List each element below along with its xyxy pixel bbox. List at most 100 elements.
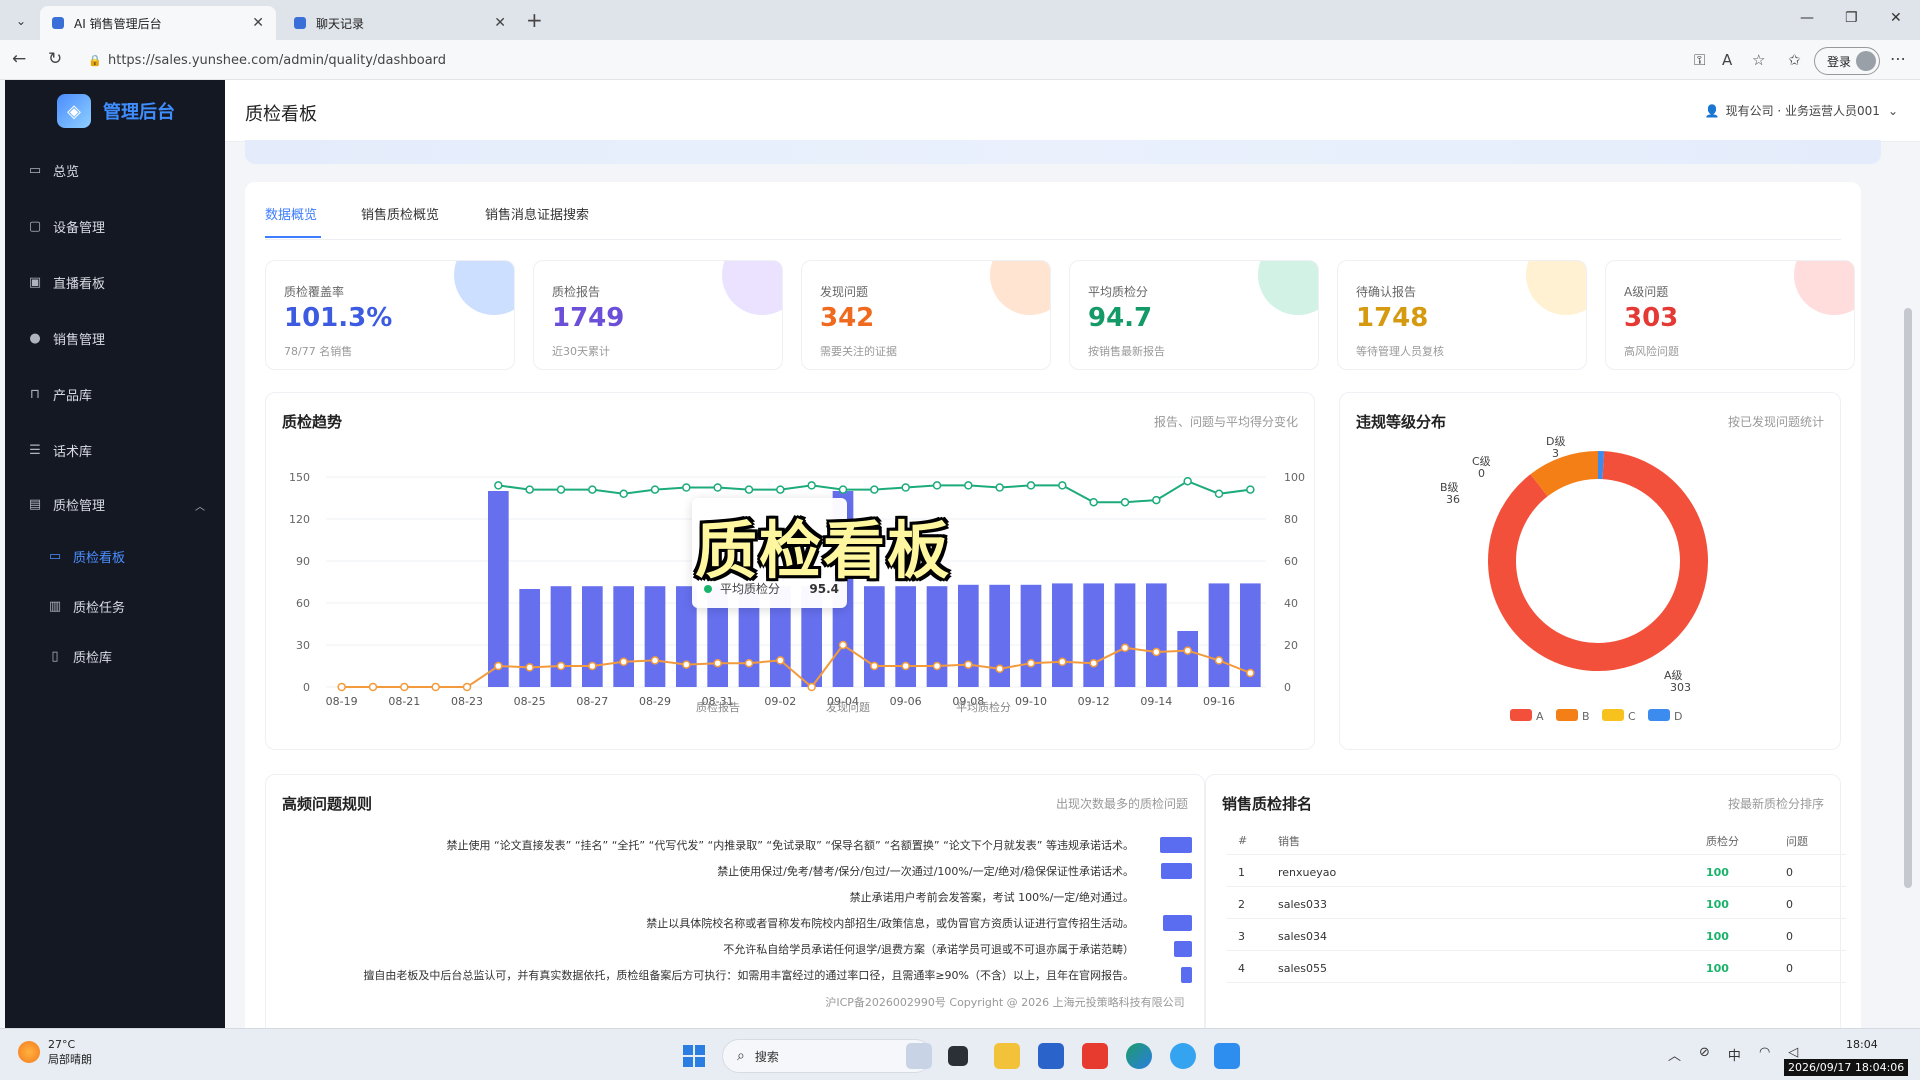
- close-tab-icon[interactable]: ✕: [494, 15, 506, 31]
- line-point: [1058, 481, 1067, 490]
- sidebar-item-label: 销售管理: [53, 332, 106, 348]
- wps-icon[interactable]: [1082, 1043, 1108, 1069]
- line-point: [744, 485, 754, 494]
- windows-start-icon[interactable]: [683, 1045, 705, 1067]
- wifi-icon[interactable]: ◠: [1759, 1045, 1770, 1064]
- tab-data-overview[interactable]: 数据概览: [265, 204, 317, 223]
- line-point: [1152, 495, 1161, 505]
- sidebar-item-live[interactable]: ▣ 直播看板: [27, 270, 105, 294]
- line-point: [870, 661, 879, 671]
- kpi-sub: 高风险问题: [1624, 345, 1679, 358]
- user-icon: ●: [29, 330, 41, 346]
- address-bar-row: ← ↻ 🔒 https://sales.yunshee.com/admin/qu…: [0, 40, 1920, 80]
- table-cell: 100: [1706, 866, 1729, 879]
- bar: [895, 586, 917, 687]
- widget-thumbnail-icon[interactable]: [906, 1043, 932, 1069]
- sidebar-item-overview[interactable]: ▭ 总览: [27, 158, 79, 182]
- page-header: 质检看板 👤 现有公司 · 业务运营人员001 ⌄: [225, 80, 1920, 142]
- bag-icon: ⊓: [29, 386, 41, 402]
- restore-icon[interactable]: ❐: [1845, 10, 1858, 26]
- sidebar-item-label: 质检看板: [73, 550, 126, 566]
- weather-sun-icon: [18, 1041, 40, 1063]
- sidebar-item-quality[interactable]: ▤ 质检管理: [27, 492, 105, 516]
- line-point: [650, 656, 660, 665]
- file-explorer-icon[interactable]: [994, 1043, 1020, 1069]
- table-row[interactable]: 1 renxueyao 100 0: [1226, 859, 1846, 887]
- table-cell: renxueyao: [1278, 866, 1337, 879]
- rule-count-bar: [1174, 941, 1192, 957]
- taskbar-clock[interactable]: 18:04: [1846, 1037, 1878, 1053]
- table-cell: 0: [1786, 930, 1793, 943]
- browser-tab[interactable]: 聊天记录 ✕: [282, 6, 518, 40]
- close-tab-icon[interactable]: ✕: [252, 15, 264, 31]
- bar: [1177, 631, 1199, 687]
- series-line: [341, 643, 1251, 689]
- kpi-value: 94.7: [1088, 303, 1153, 333]
- page-scrollbar[interactable]: [1904, 228, 1912, 1058]
- bar: [1051, 583, 1073, 687]
- bar: [581, 586, 603, 687]
- table-row[interactable]: 4 sales055 100 0: [1226, 955, 1846, 983]
- url-field[interactable]: 🔒 https://sales.yunshee.com/admin/qualit…: [80, 46, 1700, 74]
- task-view-icon[interactable]: [948, 1046, 968, 1066]
- close-window-icon[interactable]: ✕: [1890, 10, 1902, 26]
- tab-evidence-search[interactable]: 销售消息证据搜索: [485, 204, 589, 223]
- translate-icon[interactable]: A: [1722, 51, 1732, 69]
- kpi-label: 发现问题: [820, 285, 869, 299]
- sidebar-item-devices[interactable]: ▢ 设备管理: [27, 214, 105, 238]
- store-icon[interactable]: [1038, 1043, 1064, 1069]
- table-row[interactable]: 2 sales033 100 0: [1226, 891, 1846, 919]
- new-tab-icon[interactable]: +: [526, 8, 543, 32]
- rule-count-bar: [1160, 837, 1192, 853]
- sidebar-item-sales[interactable]: ● 销售管理: [27, 326, 105, 350]
- sidebar-subitem-quality-library[interactable]: ▯ 质检库: [47, 644, 112, 668]
- bar: [519, 589, 541, 687]
- collections-icon[interactable]: ✩: [1788, 51, 1801, 69]
- minimize-icon[interactable]: —: [1800, 10, 1814, 26]
- brand[interactable]: ◈ 管理后台: [57, 94, 175, 128]
- tab-list-dropdown-icon[interactable]: ⌄: [10, 10, 32, 32]
- sidebar-item-scripts[interactable]: ☰ 话术库: [27, 438, 92, 462]
- sidebar-subitem-quality-tasks[interactable]: ▥ 质检任务: [47, 594, 125, 618]
- kpi-decoration: [1526, 261, 1586, 315]
- rule-count-bar: [1181, 967, 1192, 983]
- app-icon[interactable]: [1214, 1043, 1240, 1069]
- table-cell: 2: [1238, 898, 1245, 911]
- taskbar-search[interactable]: ⌕ 搜索: [722, 1039, 932, 1073]
- violation-card: 违规等级分布 按已发现问题统计 A级 303 B级 36 C级 0 D级 3 A B C D: [1339, 392, 1841, 750]
- input-language[interactable]: 中: [1728, 1045, 1741, 1064]
- scrollbar-thumb[interactable]: [1904, 308, 1912, 888]
- back-icon[interactable]: ←: [12, 49, 26, 69]
- chevron-up-icon[interactable]: ︿: [1668, 1045, 1681, 1064]
- table-row[interactable]: 3 sales034 100 0: [1226, 923, 1846, 951]
- line-point: [901, 661, 910, 671]
- donut-chart: A级303B级36C级0D级3A B C D: [1440, 435, 1708, 723]
- kpi-sub: 78/77 名销售: [284, 345, 353, 358]
- more-options-icon[interactable]: ⋯: [1890, 49, 1906, 68]
- reload-icon[interactable]: ↻: [48, 49, 62, 69]
- chevron-up-icon[interactable]: ︿: [195, 498, 205, 513]
- chat-app-icon[interactable]: [1170, 1043, 1196, 1069]
- sidebar-item-products[interactable]: ⊓ 产品库: [27, 382, 92, 406]
- favorite-star-icon[interactable]: ☆: [1752, 51, 1765, 69]
- key-icon[interactable]: ⚿: [1694, 51, 1705, 69]
- bar: [550, 586, 572, 687]
- user-icon: 👤: [1704, 103, 1720, 118]
- company-switcher[interactable]: 👤 现有公司 · 业务运营人员001 ⌄: [1705, 102, 1898, 119]
- line-point: [713, 483, 722, 492]
- lock-icon: 🔒: [88, 53, 102, 67]
- donut-slice-value: 36: [1446, 493, 1460, 506]
- network-off-icon[interactable]: ⊘: [1699, 1045, 1710, 1064]
- donut-slice-value: 303: [1670, 681, 1691, 694]
- login-button[interactable]: 登录: [1814, 47, 1880, 75]
- sidebar-subitem-quality-dashboard[interactable]: ▭ 质检看板: [47, 544, 125, 568]
- search-icon: ⌕: [737, 1048, 745, 1064]
- edge-browser-icon[interactable]: [1126, 1043, 1152, 1069]
- weather-widget[interactable]: 27°C 局部晴朗: [18, 1037, 92, 1067]
- table-cell: sales055: [1278, 962, 1328, 975]
- legend-label: D: [1674, 710, 1682, 723]
- browser-tab-active[interactable]: AI 销售管理后台 ✕: [40, 6, 276, 40]
- table-cell: 1: [1238, 866, 1245, 879]
- tab-sales-quality-overview[interactable]: 销售质检概览: [361, 204, 439, 223]
- legend-label: C: [1628, 710, 1636, 723]
